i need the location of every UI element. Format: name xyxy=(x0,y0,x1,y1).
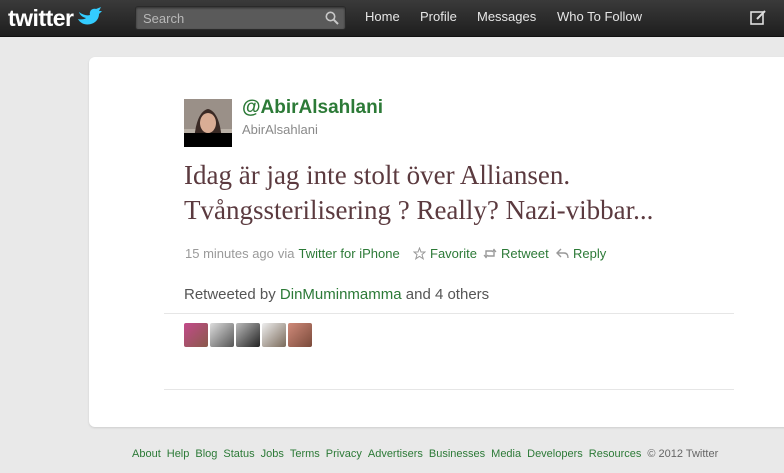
tweet-card: @AbirAlsahlani AbirAlsahlani Idag är jag… xyxy=(89,57,784,427)
twitter-logo[interactable]: twitter xyxy=(8,5,103,31)
footer: About Help Blog Status Jobs Terms Privac… xyxy=(132,448,718,460)
footer-link-terms[interactable]: Terms xyxy=(290,448,320,460)
retweet-action[interactable]: Retweet xyxy=(483,246,549,261)
avatar[interactable] xyxy=(236,323,260,347)
star-icon xyxy=(413,247,426,260)
retweet-icon xyxy=(483,248,497,259)
source-link[interactable]: Twitter for iPhone xyxy=(299,246,400,261)
compose-tweet-icon[interactable] xyxy=(750,9,767,31)
footer-link-media[interactable]: Media xyxy=(491,448,521,460)
tweet-meta: 15 minutes ago via Twitter for iPhone xyxy=(185,246,400,261)
footer-link-blog[interactable]: Blog xyxy=(195,448,217,460)
via-label: via xyxy=(277,246,295,261)
footer-link-help[interactable]: Help xyxy=(167,448,190,460)
favorite-label: Favorite xyxy=(430,246,477,261)
search-input[interactable] xyxy=(136,7,316,29)
retweeter-link[interactable]: DinMuminmamma xyxy=(280,286,402,303)
reply-icon xyxy=(556,248,569,259)
avatar[interactable] xyxy=(184,323,208,347)
retweeted-by: Retweeted by DinMuminmamma and 4 others xyxy=(184,286,489,303)
divider xyxy=(164,389,734,390)
footer-link-developers[interactable]: Developers xyxy=(527,448,583,460)
search-icon[interactable] xyxy=(325,11,339,30)
divider xyxy=(164,313,734,314)
retweet-label: Retweet xyxy=(501,246,549,261)
tweet-text: Idag är jag inte stolt över Alliansen. T… xyxy=(184,158,784,228)
top-navigation-bar: twitter Home Profile Messages Who To Fol… xyxy=(0,0,784,37)
tweet-text-line: Tvångssterilisering ? Really? Nazi-vibba… xyxy=(184,195,654,225)
logo-text: twitter xyxy=(8,4,74,31)
footer-link-privacy[interactable]: Privacy xyxy=(326,448,362,460)
timestamp[interactable]: 15 minutes ago xyxy=(185,246,274,261)
retweeted-by-suffix: and 4 others xyxy=(405,286,490,303)
retweeted-by-prefix: Retweeted by xyxy=(184,286,276,303)
user-name: AbirAlsahlani xyxy=(242,122,318,137)
footer-link-businesses[interactable]: Businesses xyxy=(429,448,485,460)
favorite-action[interactable]: Favorite xyxy=(413,246,477,261)
copyright: © 2012 Twitter xyxy=(647,448,719,460)
reply-action[interactable]: Reply xyxy=(556,246,606,261)
footer-link-resources[interactable]: Resources xyxy=(589,448,642,460)
nav-profile[interactable]: Profile xyxy=(420,0,457,36)
reply-label: Reply xyxy=(573,246,607,261)
bird-icon xyxy=(77,6,103,31)
avatar[interactable] xyxy=(288,323,312,347)
footer-link-about[interactable]: About xyxy=(132,448,161,460)
avatar[interactable] xyxy=(184,99,232,147)
footer-link-jobs[interactable]: Jobs xyxy=(261,448,284,460)
footer-link-advertisers[interactable]: Advertisers xyxy=(368,448,423,460)
tweet-text-line: Idag är jag inte stolt över Alliansen. xyxy=(184,160,571,190)
nav-messages[interactable]: Messages xyxy=(477,0,536,36)
nav-home[interactable]: Home xyxy=(365,0,400,36)
avatar[interactable] xyxy=(262,323,286,347)
nav-who-to-follow[interactable]: Who To Follow xyxy=(557,0,642,36)
retweeter-avatars xyxy=(184,323,312,347)
search-box xyxy=(135,6,346,30)
footer-link-status[interactable]: Status xyxy=(223,448,254,460)
avatar[interactable] xyxy=(210,323,234,347)
screen-name[interactable]: @AbirAlsahlani xyxy=(242,97,383,119)
